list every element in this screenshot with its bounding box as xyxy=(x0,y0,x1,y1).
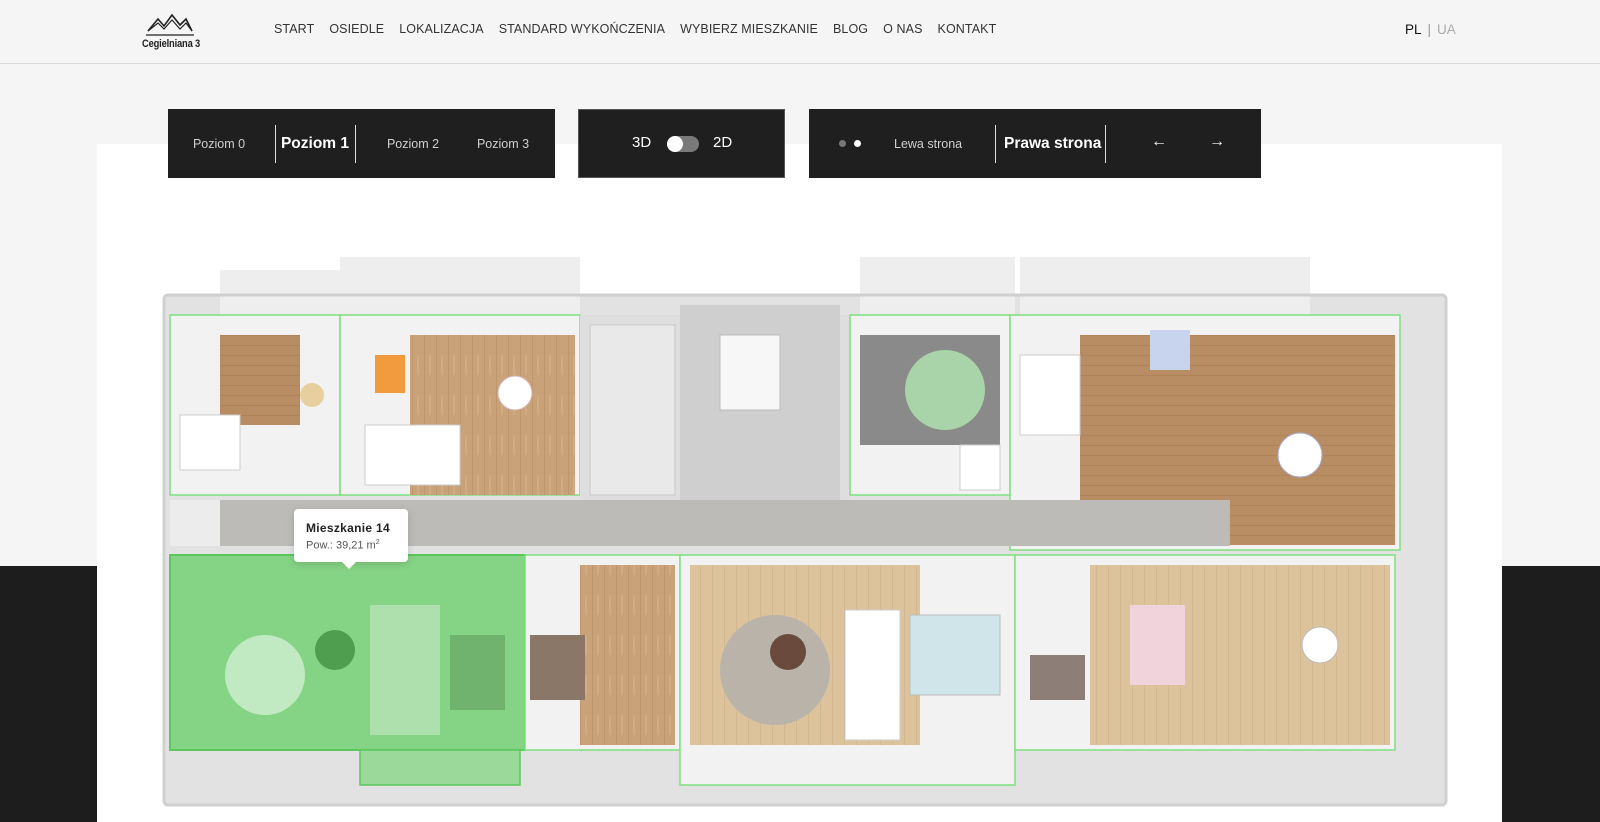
view-toggle-panel: 3D 2D xyxy=(578,109,785,178)
view-toggle-switch[interactable] xyxy=(667,136,699,152)
level-1-tab[interactable]: Poziom 1 xyxy=(276,109,354,178)
view-3d-label[interactable]: 3D xyxy=(632,134,651,151)
lang-pl[interactable]: PL xyxy=(1405,22,1422,37)
nav-o-nas[interactable]: O NAS xyxy=(883,22,922,36)
lang-separator: | xyxy=(1427,22,1432,37)
nav-blog[interactable]: BLOG xyxy=(833,22,868,36)
level-selector: Poziom 0 Poziom 1 Poziom 2 Poziom 3 xyxy=(168,109,555,178)
level-3-tab[interactable]: Poziom 3 xyxy=(468,109,538,178)
next-arrow-icon[interactable]: → xyxy=(1209,133,1225,151)
site-logo[interactable]: Cegielniana 3 xyxy=(142,7,202,55)
indicator-dot xyxy=(839,140,846,147)
side-indicator-dots xyxy=(839,140,861,147)
nav-wybierz-mieszkanie[interactable]: WYBIERZ MIESZKANIE xyxy=(680,22,818,36)
level-0-tab[interactable]: Poziom 0 xyxy=(184,109,254,178)
right-side-tab[interactable]: Prawa strona xyxy=(1004,109,1101,178)
side-divider xyxy=(1105,125,1106,163)
side-divider xyxy=(995,125,996,163)
nav-osiedle[interactable]: OSIEDLE xyxy=(329,22,384,36)
nav-standard[interactable]: STANDARD WYKOŃCZENIA xyxy=(499,22,665,36)
main-nav: START OSIEDLE LOKALIZACJA STANDARD WYKOŃ… xyxy=(274,22,1011,36)
apartment-tooltip: Mieszkanie 14 Pow.: 39,21 m2 xyxy=(294,509,408,569)
tooltip-area-label: Pow.: 39,21 m xyxy=(306,539,376,552)
nav-lokalizacja[interactable]: LOKALIZACJA xyxy=(399,22,483,36)
tooltip-area: Pow.: 39,21 m2 xyxy=(306,539,408,552)
mountain-logo-icon xyxy=(146,13,194,36)
site-header: Cegielniana 3 START OSIEDLE LOKALIZACJA … xyxy=(0,0,1600,64)
lang-ua[interactable]: UA xyxy=(1437,22,1456,37)
level-divider xyxy=(355,125,356,163)
nav-start[interactable]: START xyxy=(274,22,314,36)
indicator-dot-active xyxy=(854,140,861,147)
tooltip-area-unit: 2 xyxy=(375,539,380,546)
left-side-tab[interactable]: Lewa strona xyxy=(894,109,962,178)
level-2-tab[interactable]: Poziom 2 xyxy=(378,109,448,178)
prev-arrow-icon[interactable]: ← xyxy=(1151,133,1167,151)
side-selector: Lewa strona Prawa strona ← → xyxy=(809,109,1261,178)
view-2d-label[interactable]: 2D xyxy=(713,134,732,151)
logo-text: Cegielniana 3 xyxy=(142,38,201,50)
language-switcher: PL | UA xyxy=(1405,22,1456,37)
toggle-knob xyxy=(667,136,683,152)
tooltip-title: Mieszkanie 14 xyxy=(306,521,390,535)
nav-kontakt[interactable]: KONTAKT xyxy=(938,22,997,36)
